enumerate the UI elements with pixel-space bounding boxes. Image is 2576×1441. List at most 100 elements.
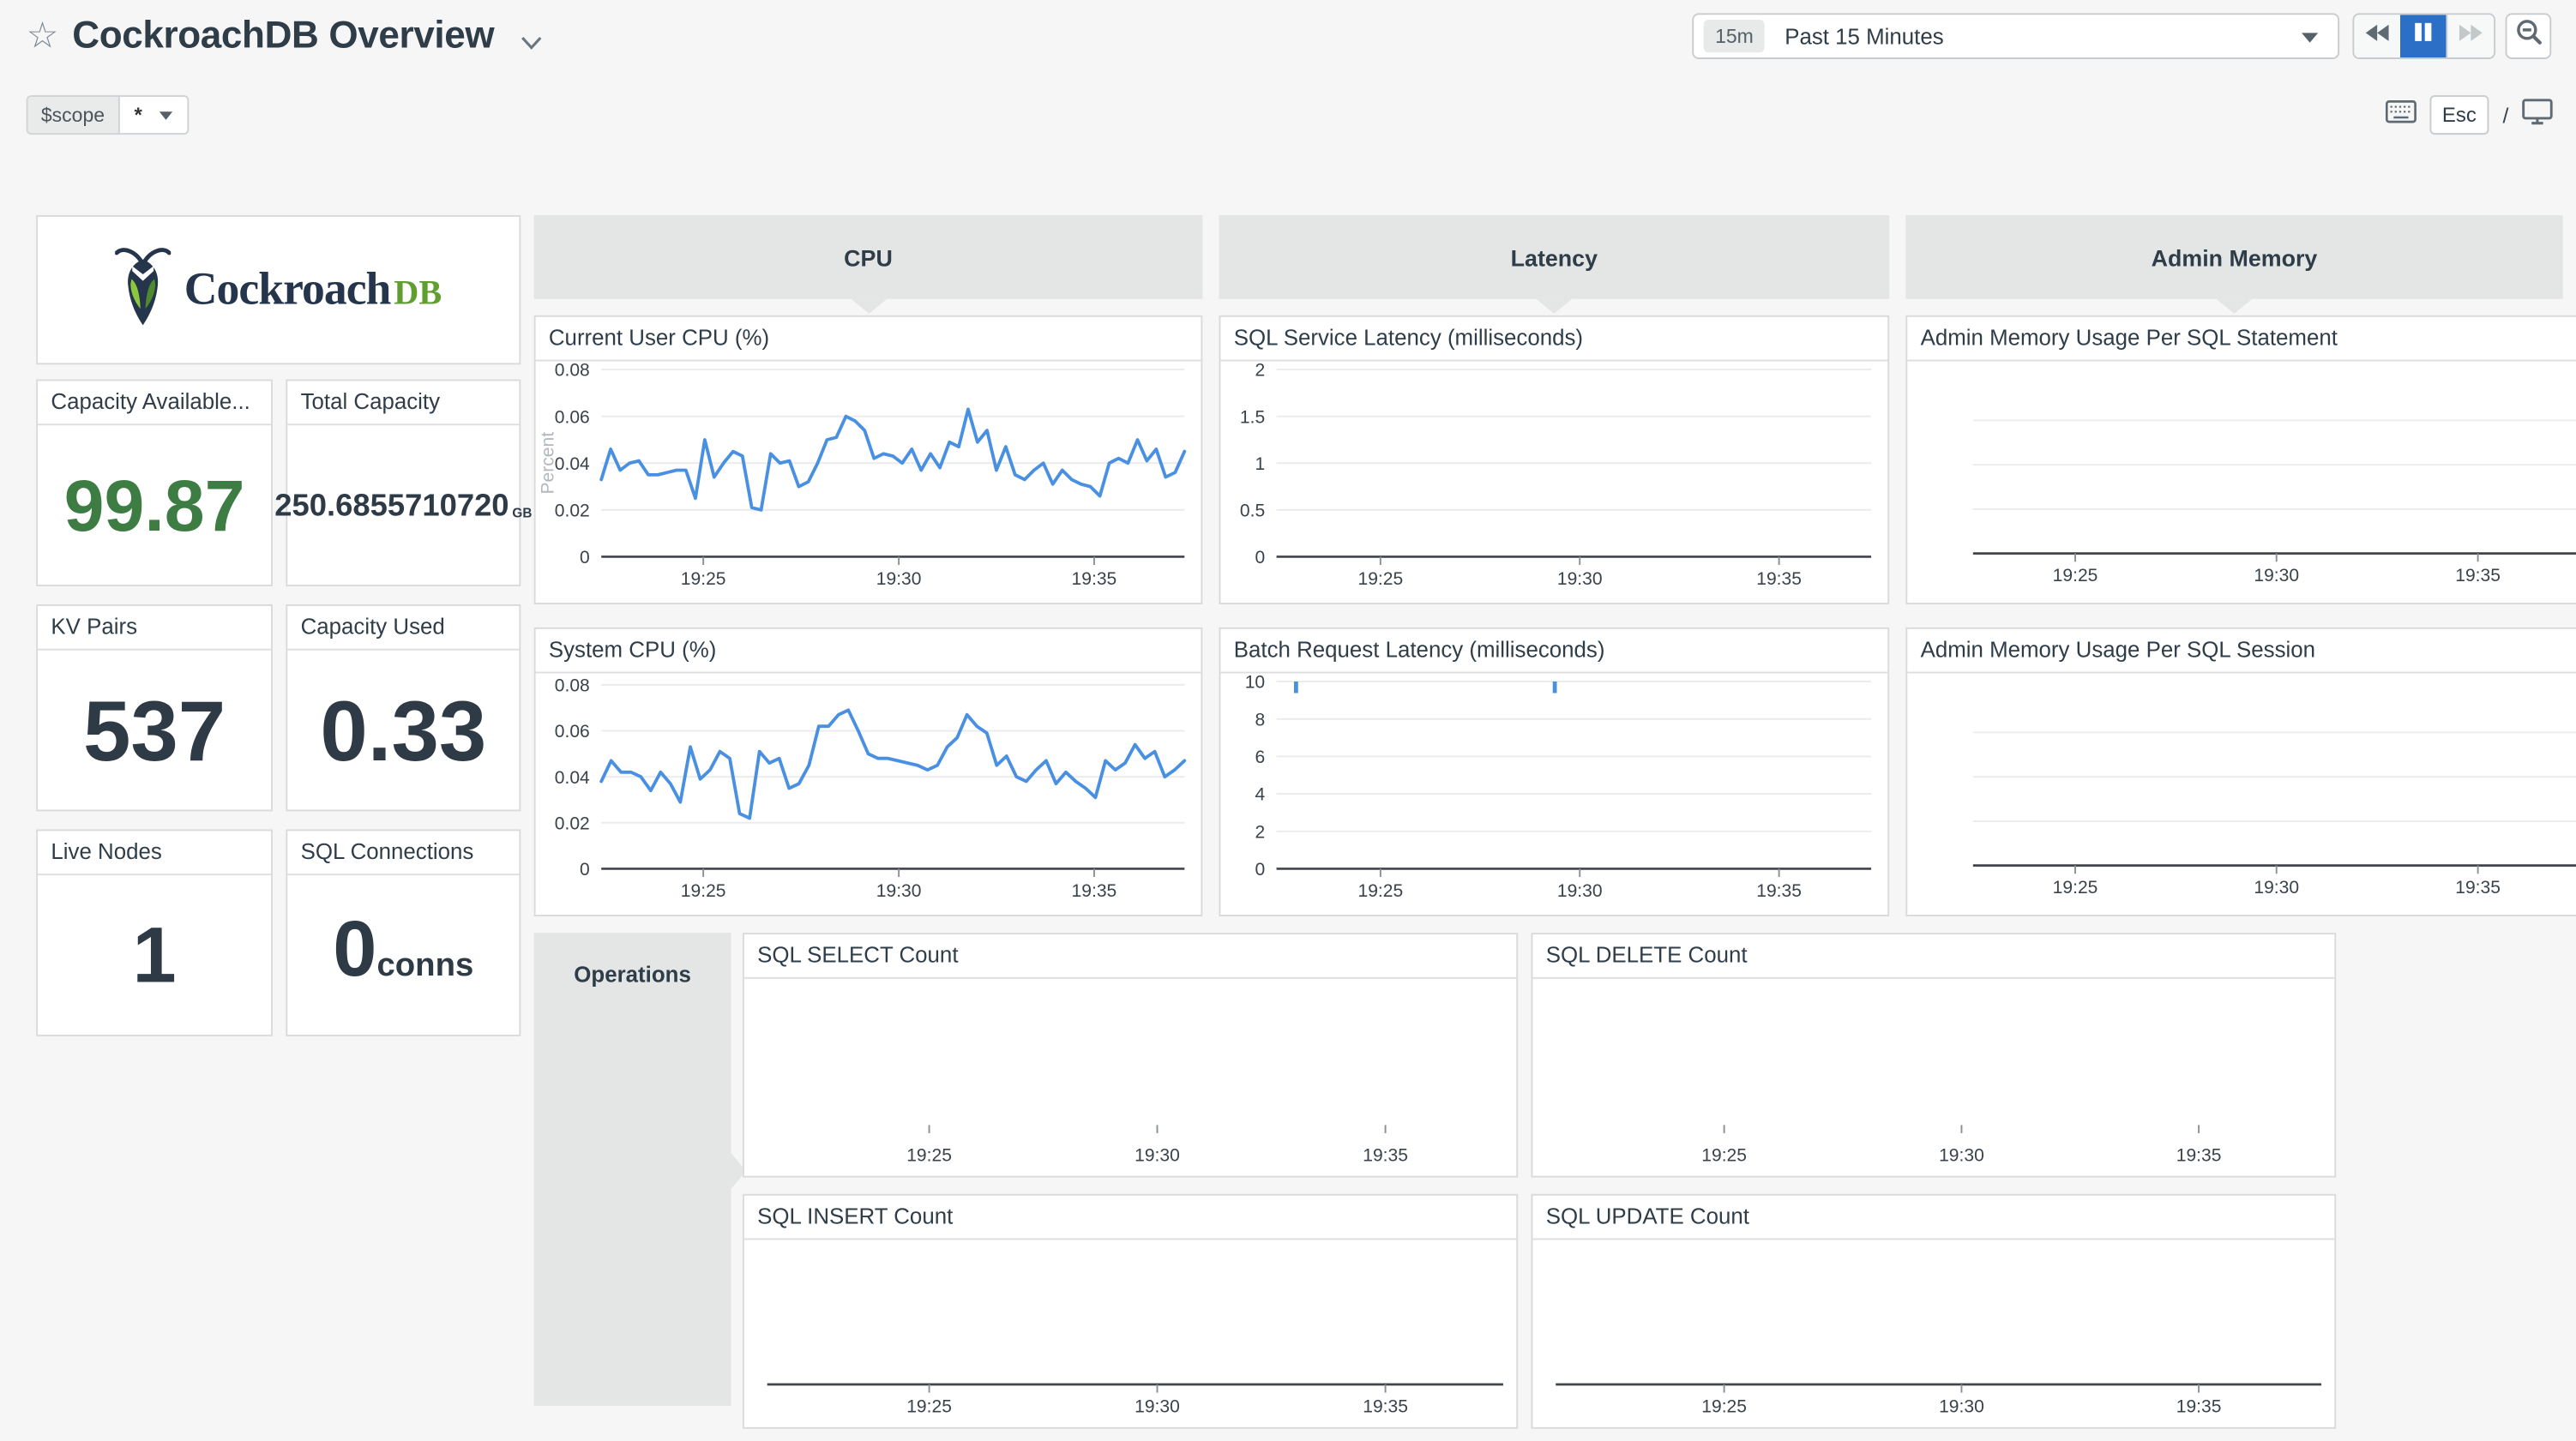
pause-button[interactable] <box>2400 15 2447 57</box>
metric-label: Live Nodes <box>38 831 271 875</box>
chart-admin-memory-statement[interactable]: 19:2519:3019:35 <box>1907 360 2576 603</box>
svg-text:1.5: 1.5 <box>1240 407 1265 427</box>
svg-text:19:35: 19:35 <box>1756 881 1802 901</box>
chart-title: System CPU (%) <box>536 629 1201 674</box>
rewind-icon <box>2364 21 2391 51</box>
chart-card-sql-update-count: SQL UPDATE Count 19:2519:3019:35 <box>1532 1194 2337 1429</box>
svg-text:19:25: 19:25 <box>906 1397 952 1417</box>
chart-title: Batch Request Latency (milliseconds) <box>1220 629 1887 674</box>
group-label: CPU <box>844 243 893 270</box>
pause-icon <box>2413 21 2433 51</box>
metric-value: 250.6855710720 <box>274 489 509 525</box>
slash-separator: / <box>2502 103 2508 128</box>
svg-text:19:30: 19:30 <box>1135 1145 1180 1165</box>
svg-text:19:35: 19:35 <box>2455 566 2501 585</box>
toolbar-row: $scope * Esc / <box>0 92 2576 138</box>
zoom-out-button[interactable] <box>2506 13 2552 59</box>
caret-down-icon <box>159 111 172 119</box>
chart-card-sql-service-latency: SQL Service Latency (milliseconds) 0 0.5 1… <box>1219 315 1890 604</box>
svg-text:0.02: 0.02 <box>555 814 590 833</box>
metric-card-total-capacity: Total Capacity 250.6855710720GB <box>286 380 521 586</box>
svg-text:19:25: 19:25 <box>681 881 726 901</box>
metric-card-sql-connections: SQL Connections 0conns <box>286 829 521 1036</box>
metric-card-live-nodes: Live Nodes 1 <box>36 829 273 1036</box>
group-label: Latency <box>1511 243 1598 270</box>
svg-text:19:35: 19:35 <box>1756 569 1802 589</box>
svg-text:19:30: 19:30 <box>1135 1397 1180 1417</box>
svg-text:0: 0 <box>1255 548 1265 567</box>
group-header-latency[interactable]: Latency <box>1219 215 1890 299</box>
svg-text:0.04: 0.04 <box>555 454 590 474</box>
metric-unit: GB <box>512 506 532 520</box>
chart-batch-request-latency[interactable]: 024681019:2519:3019:35 <box>1220 672 1887 916</box>
svg-text:Percent: Percent <box>539 432 558 495</box>
svg-text:0: 0 <box>580 860 590 880</box>
svg-text:19:25: 19:25 <box>1701 1145 1747 1165</box>
svg-text:19:30: 19:30 <box>876 569 922 589</box>
chart-card-sql-insert-count: SQL INSERT Count 19:2519:3019:35 <box>743 1194 1518 1429</box>
esc-key-button[interactable]: Esc <box>2429 95 2490 135</box>
group-label: Operations <box>534 963 731 988</box>
page-title[interactable]: CockroachDB Overview <box>72 13 494 57</box>
top-bar: ☆ CockroachDB Overview 15m Past 15 Minut… <box>0 0 2576 82</box>
svg-text:10: 10 <box>1245 673 1265 693</box>
group-tail <box>1536 299 1572 314</box>
chart-sql-insert-count[interactable]: 19:2519:3019:35 <box>744 1239 1516 1427</box>
svg-text:19:30: 19:30 <box>2254 878 2299 898</box>
chart-current-user-cpu[interactable]: 00.020.040.060.0819:2519:3019:35Percent <box>536 360 1201 603</box>
svg-text:0.08: 0.08 <box>555 361 590 381</box>
svg-text:19:30: 19:30 <box>2254 566 2299 585</box>
svg-text:19:30: 19:30 <box>1557 881 1603 901</box>
keyboard-icon[interactable] <box>2385 99 2416 130</box>
metric-value: 0.33 <box>287 651 519 814</box>
group-header-cpu[interactable]: CPU <box>534 215 1203 299</box>
svg-text:1: 1 <box>1255 454 1265 474</box>
chart-card-sql-select-count: SQL SELECT Count 19:2519:3019:35 <box>743 933 1518 1177</box>
rewind-button[interactable] <box>2354 15 2400 57</box>
metric-label: Capacity Used <box>287 606 519 651</box>
chart-card-admin-memory-session: Admin Memory Usage Per SQL Session 19:25… <box>1905 627 2576 916</box>
fast-forward-icon <box>2458 21 2484 51</box>
time-range-picker[interactable]: 15m Past 15 Minutes <box>1692 13 2339 59</box>
metric-value: 0 <box>333 905 376 995</box>
chart-title: SQL Service Latency (milliseconds) <box>1220 317 1887 362</box>
chart-sql-delete-count[interactable]: 19:2519:3019:35 <box>1532 977 2334 1176</box>
chart-card-batch-request-latency: Batch Request Latency (milliseconds) 024… <box>1219 627 1890 916</box>
svg-text:0.5: 0.5 <box>1240 501 1265 521</box>
chart-sql-select-count[interactable]: 19:2519:3019:35 <box>744 977 1516 1176</box>
svg-text:19:30: 19:30 <box>1939 1397 1984 1417</box>
svg-text:19:30: 19:30 <box>876 881 922 901</box>
group-label: Admin Memory <box>2152 243 2318 270</box>
svg-text:2: 2 <box>1255 822 1265 842</box>
chart-card-current-user-cpu: Current User CPU (%) 00.020.040.060.0819… <box>534 315 1203 604</box>
scope-value: * <box>135 104 142 127</box>
chart-sql-service-latency[interactable]: 00.511.5219:2519:3019:35 <box>1220 360 1887 603</box>
svg-text:0.06: 0.06 <box>555 722 590 742</box>
group-header-admin-memory[interactable]: Admin Memory <box>1905 215 2562 299</box>
chart-sql-update-count[interactable]: 19:2519:3019:35 <box>1532 1239 2334 1427</box>
scope-template-variable[interactable]: $scope * <box>27 95 189 135</box>
svg-text:19:25: 19:25 <box>1701 1397 1747 1417</box>
chart-admin-memory-session[interactable]: 19:25 19:30 19:35 <box>1907 672 2576 916</box>
svg-text:19:35: 19:35 <box>2455 878 2501 898</box>
chevron-down-icon[interactable] <box>519 29 544 58</box>
metric-label: KV Pairs <box>38 606 271 651</box>
chart-card-system-cpu: System CPU (%) 00.020.040.060.0819:2519:… <box>534 627 1203 916</box>
magnifier-minus-icon <box>2514 18 2543 54</box>
dashboard-page: ☆ CockroachDB Overview 15m Past 15 Minut… <box>0 0 2576 1440</box>
svg-text:19:25: 19:25 <box>2053 878 2098 898</box>
chart-title: SQL SELECT Count <box>744 934 1516 979</box>
chart-title: SQL DELETE Count <box>1532 934 2334 979</box>
logo-text: Cockroach <box>184 263 391 314</box>
star-outline-icon[interactable]: ☆ <box>27 15 59 57</box>
monitor-icon[interactable] <box>2522 98 2553 132</box>
fast-forward-button[interactable] <box>2447 15 2495 57</box>
svg-text:4: 4 <box>1255 785 1265 805</box>
metric-label: Total Capacity <box>287 381 519 425</box>
group-header-operations[interactable]: Operations <box>534 933 731 1406</box>
caret-down-icon <box>2302 33 2318 42</box>
svg-text:19:35: 19:35 <box>1072 569 1117 589</box>
metric-label: SQL Connections <box>287 831 519 875</box>
metric-card-kv-pairs: KV Pairs 537 <box>36 604 273 811</box>
chart-system-cpu[interactable]: 00.020.040.060.0819:2519:3019:35 <box>536 672 1201 916</box>
